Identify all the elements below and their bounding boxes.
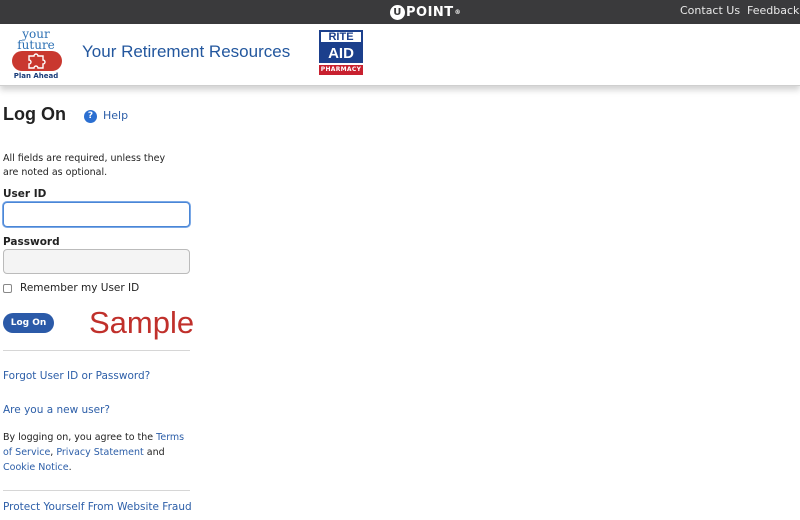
cookie-notice-link[interactable]: Cookie Notice <box>3 462 69 473</box>
privacy-statement-link[interactable]: Privacy Statement <box>56 447 143 458</box>
terms-agreement-text: By logging on, you agree to the Terms of… <box>3 430 190 475</box>
site-header: your future Plan Ahead Your Retirement R… <box>0 24 800 86</box>
rite-aid-logo: RITE AID PHARMACY <box>319 30 363 80</box>
divider <box>3 350 190 351</box>
your-future-logo: your future Plan Ahead <box>8 27 64 83</box>
agree-and: and <box>143 447 165 458</box>
upoint-logo-u: U <box>390 4 405 20</box>
remember-user-id-label[interactable]: Remember my User ID <box>20 282 139 294</box>
remember-user-id-checkbox[interactable] <box>3 284 12 293</box>
user-id-input[interactable] <box>3 202 190 227</box>
new-user-link[interactable]: Are you a new user? <box>3 404 110 416</box>
upoint-logo-text: POINT <box>406 4 454 20</box>
rite-aid-logo-bottom: PHARMACY <box>319 65 363 75</box>
your-future-tagline: Plan Ahead <box>13 72 59 80</box>
puzzle-icon <box>12 51 62 71</box>
password-input[interactable] <box>3 249 190 274</box>
password-label: Password <box>3 236 60 248</box>
registered-mark: ® <box>454 8 462 16</box>
help-icon[interactable]: ? <box>84 110 97 123</box>
user-id-label: User ID <box>3 188 47 200</box>
your-future-logo-line2: future <box>17 38 55 52</box>
agree-prefix: By logging on, you agree to the <box>3 432 157 443</box>
help-link[interactable]: Help <box>103 109 128 122</box>
top-bar: U POINT ® Contact Us Feedback <box>0 0 800 24</box>
website-fraud-link[interactable]: Protect Yourself From Website Fraud <box>3 501 192 513</box>
required-fields-note: All fields are required, unless they are… <box>3 153 166 178</box>
feedback-link[interactable]: Feedback <box>747 4 799 17</box>
site-title: Your Retirement Resources <box>82 42 291 61</box>
rite-aid-logo-mid: AID <box>319 44 363 63</box>
forgot-credentials-link[interactable]: Forgot User ID or Password? <box>3 370 150 382</box>
log-on-button[interactable]: Log On <box>3 313 54 333</box>
agree-period: . <box>68 462 72 473</box>
rite-aid-logo-top: RITE <box>319 30 363 44</box>
page-title: Log On <box>3 104 66 124</box>
contact-us-link[interactable]: Contact Us <box>680 4 740 17</box>
upoint-logo[interactable]: U POINT ® <box>390 3 461 21</box>
sample-watermark: Sample <box>89 305 195 340</box>
divider <box>3 490 190 491</box>
